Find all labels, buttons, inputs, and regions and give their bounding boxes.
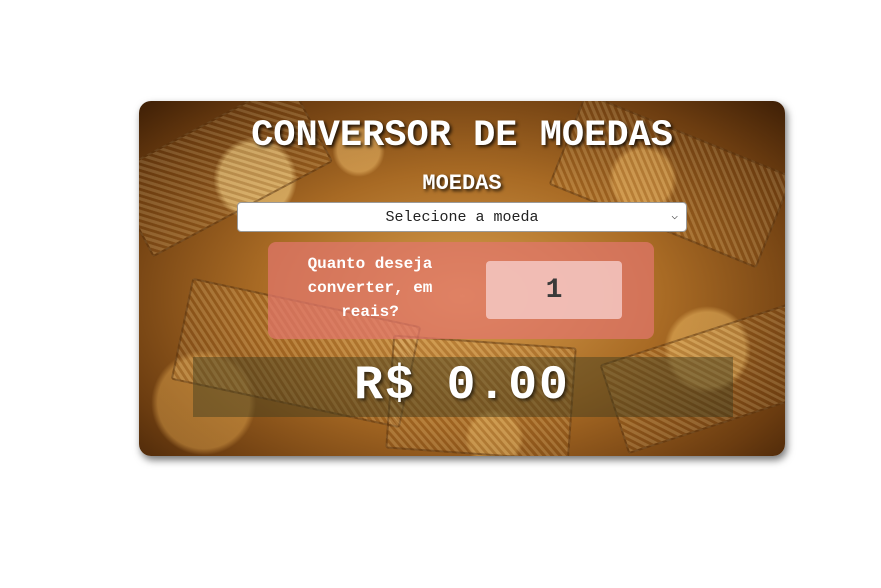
amount-input[interactable]: 1 (486, 261, 622, 319)
currency-select-value: Selecione a moeda (385, 208, 539, 226)
currency-select[interactable]: Selecione a moeda ⌵ (237, 202, 687, 232)
currency-label: MOEDAS (422, 171, 502, 196)
amount-question-label: Quanto deseja converter, em reais? (307, 255, 433, 321)
converter-card: CONVERSOR DE MOEDAS MOEDAS Selecione a m… (139, 101, 785, 456)
page-title: CONVERSOR DE MOEDAS (251, 115, 673, 157)
amount-panel: Quanto deseja converter, em reais? 1 (268, 242, 654, 339)
chevron-down-icon: ⌵ (671, 211, 678, 223)
converted-result: R$ 0.00 (354, 359, 570, 413)
